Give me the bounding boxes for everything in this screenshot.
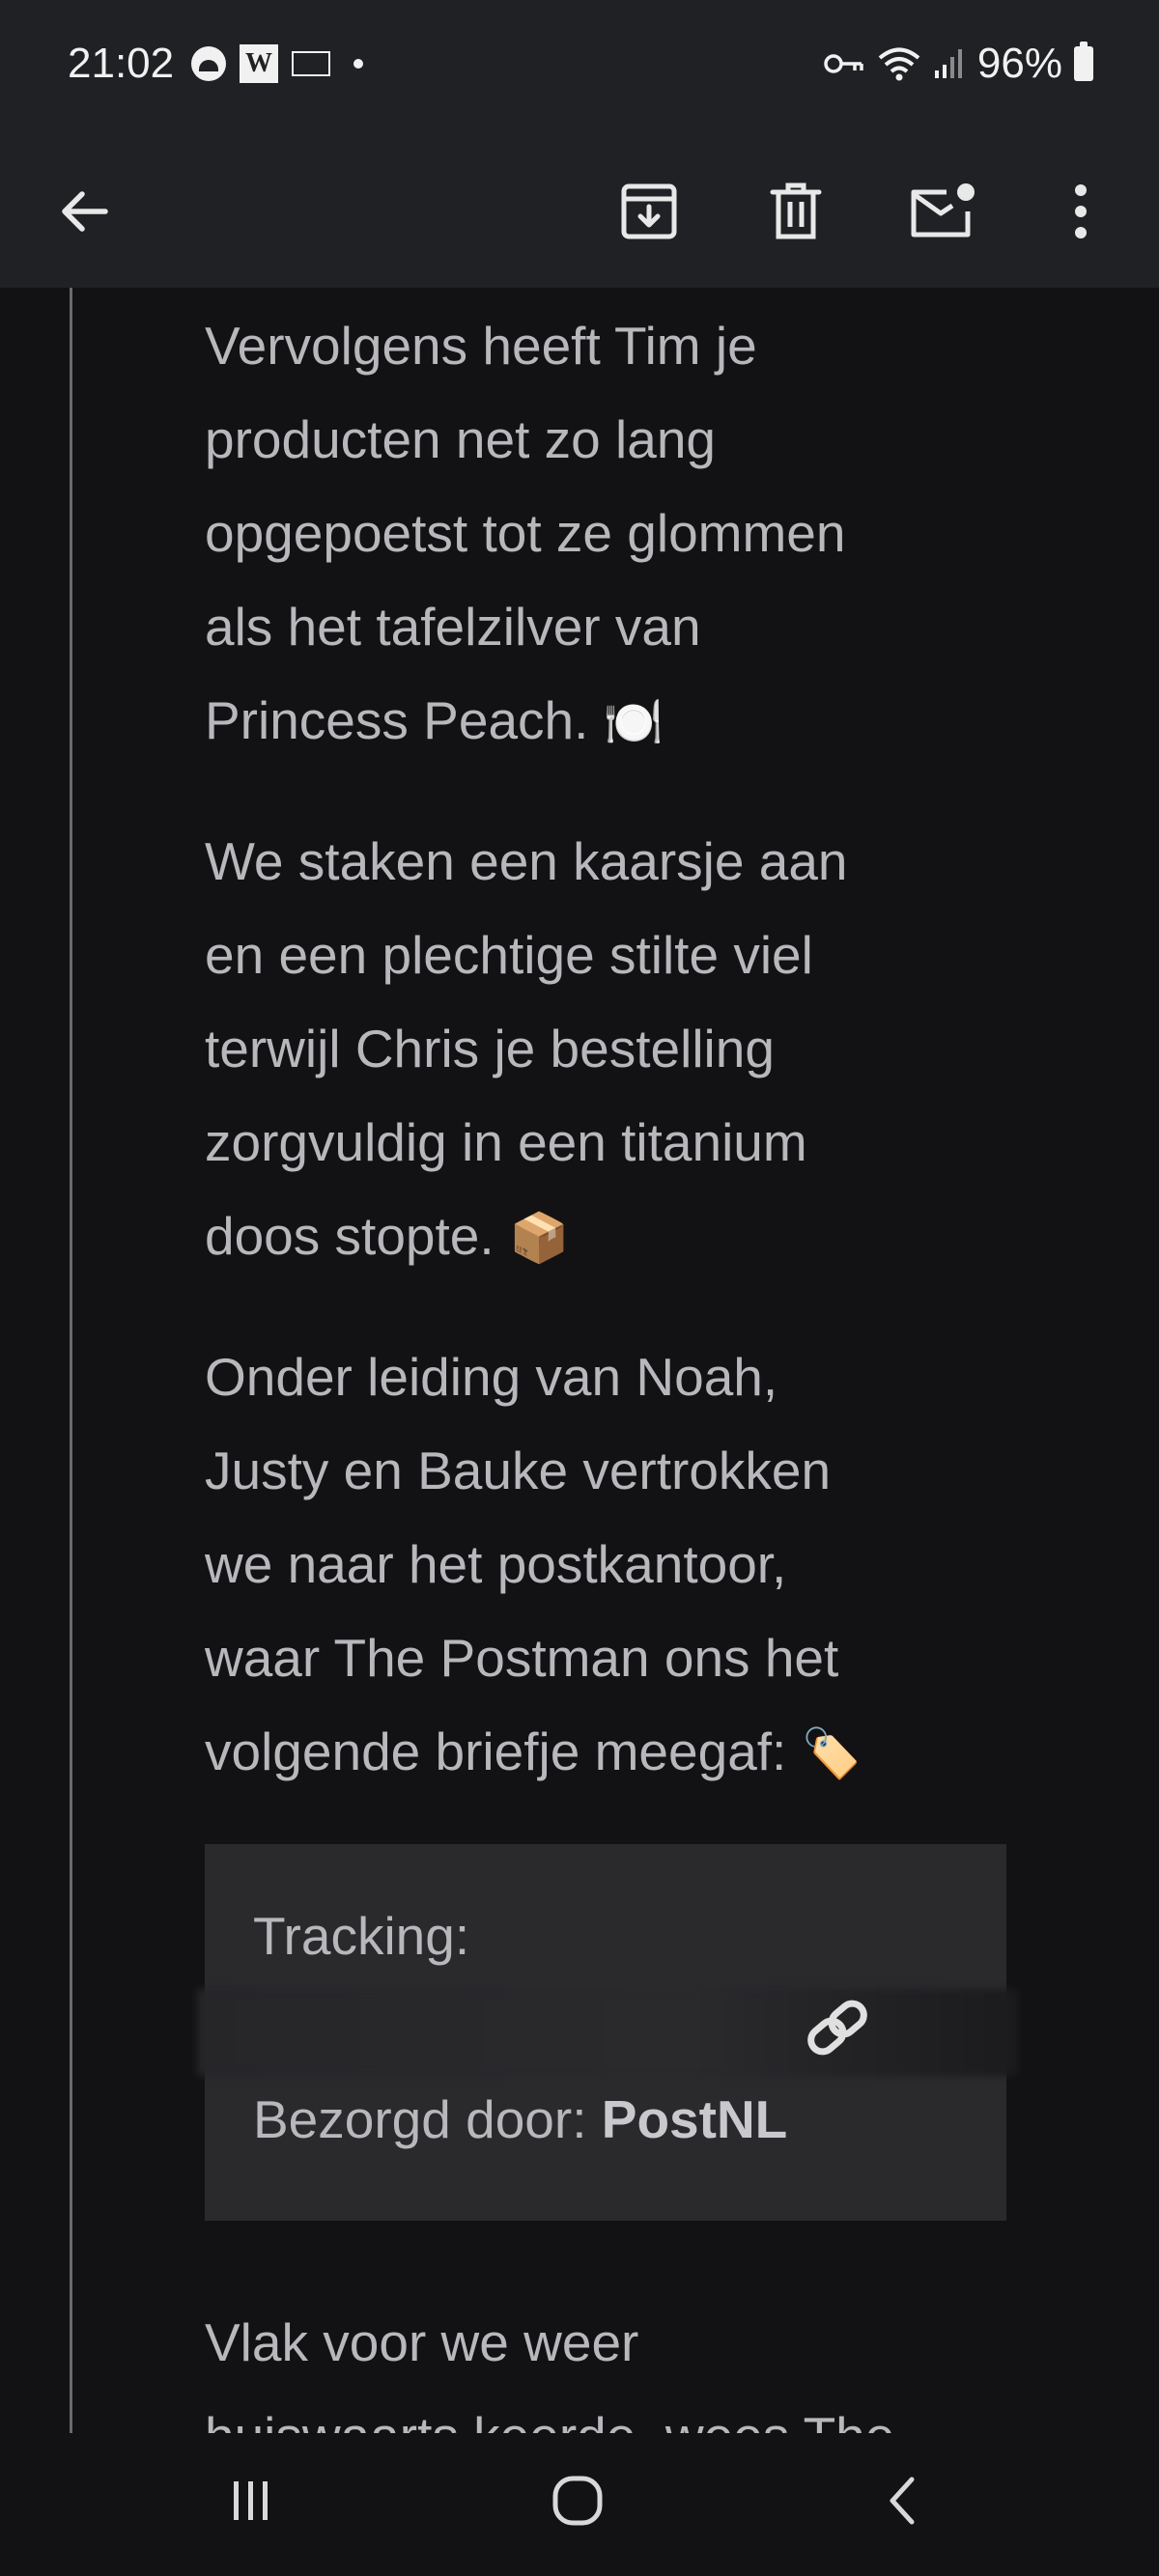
tracking-number-redacted (197, 1989, 1018, 2076)
w-app-icon: W (240, 44, 278, 83)
mark-unread-icon (911, 183, 975, 238)
wifi-icon (878, 47, 920, 81)
email-body[interactable]: Vervolgens heeft Tim je producten net zo… (0, 288, 1159, 2433)
circle-app-icon (191, 46, 226, 81)
mark-unread-button[interactable] (898, 168, 985, 255)
quote-bar (70, 288, 72, 2433)
news-app-icon (292, 51, 330, 76)
home-icon (552, 2476, 603, 2526)
status-icons-left: W (191, 44, 363, 83)
email-paragraph: We staken een kaarsje aan en een plechti… (205, 831, 848, 1266)
carrier-name: PostNL (601, 2089, 788, 2149)
archive-icon (621, 183, 677, 239)
battery-percentage: 96% (976, 40, 1062, 87)
more-options-button[interactable] (1037, 168, 1124, 255)
back-button[interactable] (41, 168, 127, 255)
tracking-label: Tracking: (253, 1906, 470, 1966)
email-paragraph: Vlak voor we weer huiswaarts keerde, wee… (205, 2312, 894, 2433)
package-emoji: 📦 (508, 1210, 570, 1266)
archive-button[interactable] (606, 168, 693, 255)
status-time: 21:02 (68, 40, 175, 87)
tracking-box: Tracking: Bezorgd door: PostNL (197, 1844, 1018, 2221)
signal-icon (934, 49, 962, 78)
notification-dot (353, 59, 363, 69)
email-paragraph: Onder leiding van Noah, Justy en Bauke v… (205, 1347, 862, 1781)
system-nav-bar (0, 2433, 1159, 2576)
email-toolbar (0, 135, 1159, 288)
link-icon[interactable] (789, 1989, 886, 2066)
recents-button[interactable] (203, 2462, 299, 2539)
delete-button[interactable] (752, 168, 839, 255)
home-button[interactable] (529, 2462, 626, 2539)
status-icons-right: 96% (823, 37, 1093, 91)
recents-icon (234, 2481, 268, 2520)
status-bar: 21:02 W 96% (0, 0, 1159, 135)
email-paragraph: Vervolgens heeft Tim je producten net zo… (205, 316, 846, 750)
nav-back-button[interactable] (854, 2462, 950, 2539)
back-icon (890, 2477, 915, 2525)
more-vert-icon (1075, 184, 1087, 238)
delete-icon (770, 182, 822, 239)
plate-emoji: 🍽️ (603, 694, 664, 750)
battery-icon (1074, 42, 1093, 81)
label-emoji: 🏷️ (801, 1725, 862, 1781)
vpn-key-icon (824, 54, 863, 73)
back-arrow-icon (62, 191, 108, 232)
email-screen: 21:02 W 96% Vervolgens heeft Tim je prod… (0, 0, 1159, 2576)
delivered-by-line: Bezorgd door: PostNL (253, 2089, 788, 2149)
